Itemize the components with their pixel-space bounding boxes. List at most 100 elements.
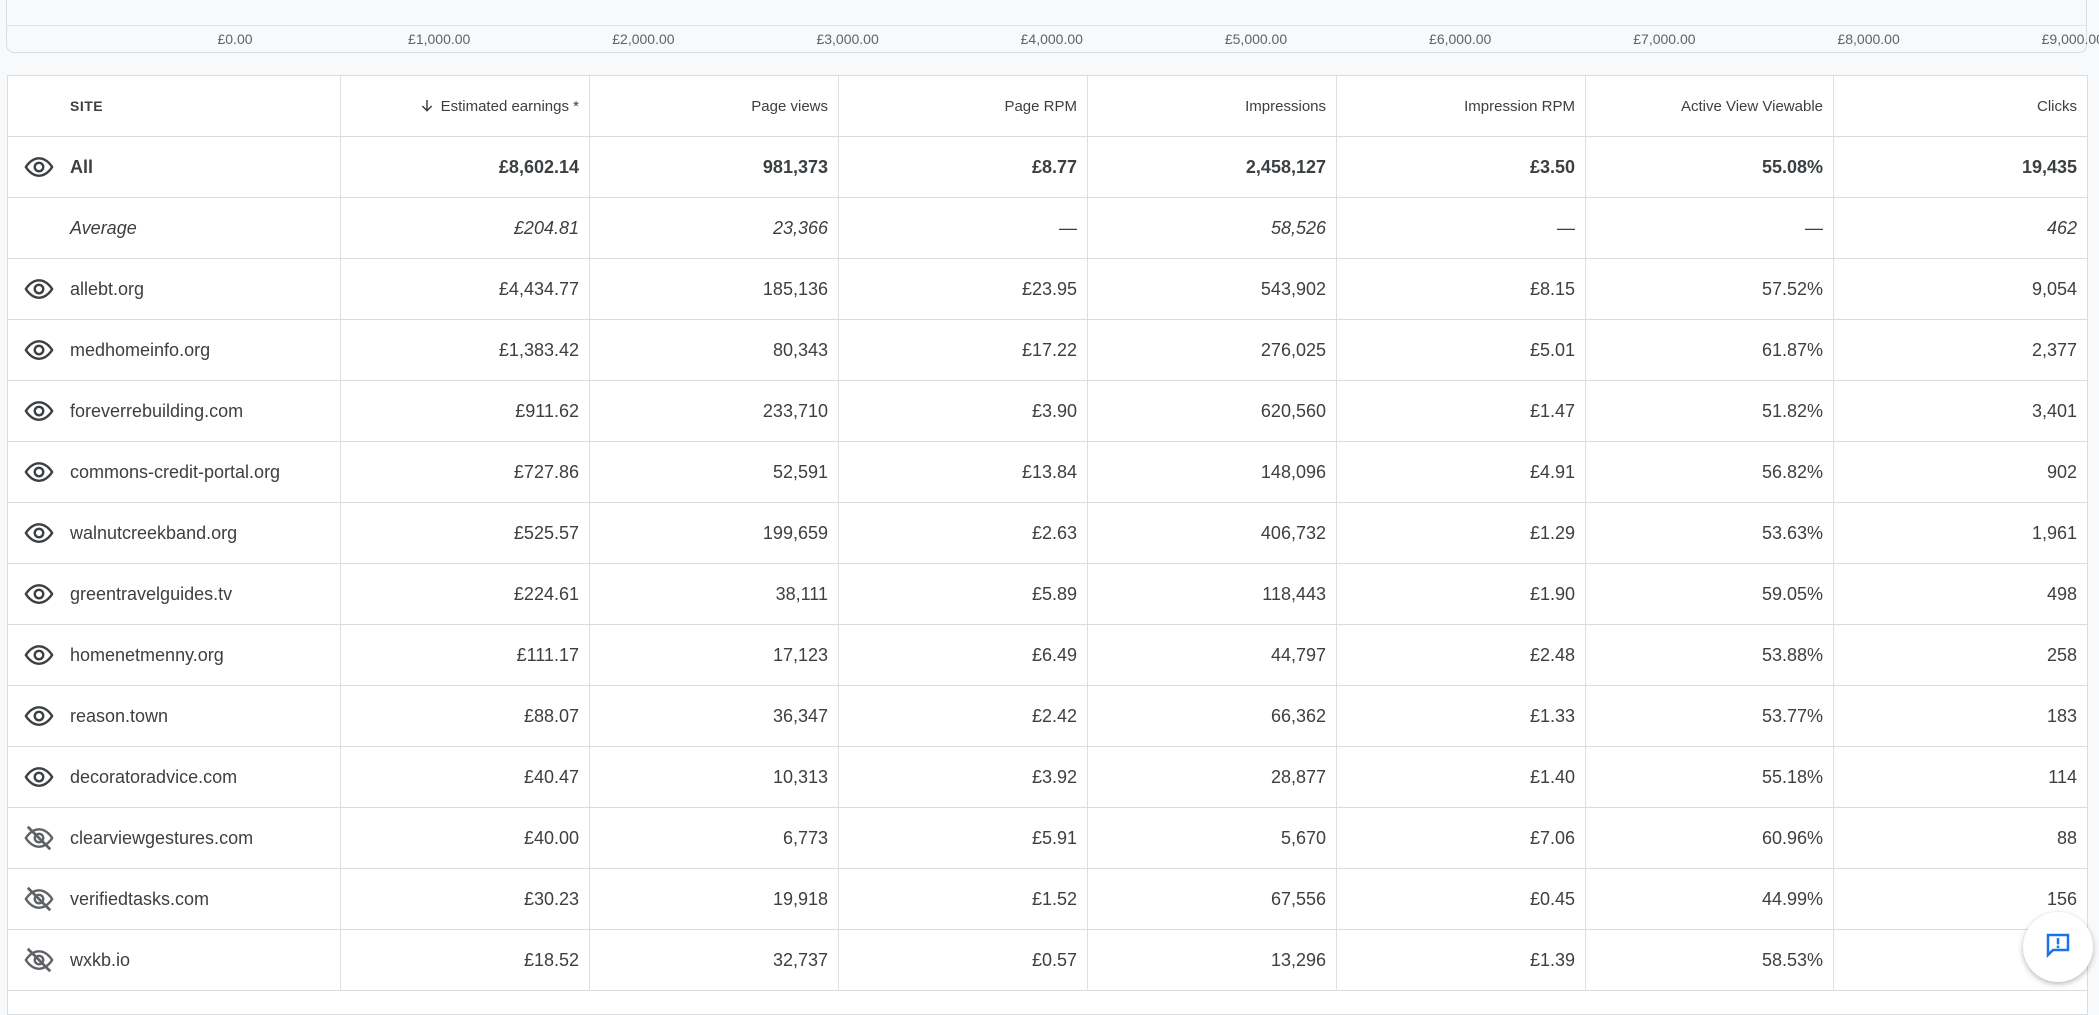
active-view-column-header[interactable]: Active View Viewable xyxy=(1586,76,1834,136)
active-view-cell: 53.77% xyxy=(1586,686,1834,746)
eye-icon[interactable] xyxy=(8,701,70,731)
impression-rpm-cell: £1.47 xyxy=(1337,381,1586,441)
clicks-cell: 114 xyxy=(2048,766,2077,787)
active-view-cell: 56.82% xyxy=(1586,442,1834,502)
page-rpm-cell: £8.77 xyxy=(839,137,1088,197)
table-row[interactable]: medhomeinfo.org £1,383.42 80,343 £17.22 276,… xyxy=(8,320,2087,381)
impressions-column-header[interactable]: Impressions xyxy=(1088,76,1337,136)
eye-off-icon[interactable] xyxy=(8,823,70,853)
page-views-cell: 80,343 xyxy=(590,320,839,380)
impressions-cell: 276,025 xyxy=(1088,320,1337,380)
clicks-column-header[interactable]: Clicks xyxy=(1834,76,2087,136)
eye-off-icon[interactable] xyxy=(8,884,70,914)
site-name: decoratoradvice.com xyxy=(70,766,238,787)
earnings-cell: £40.00 xyxy=(341,808,590,868)
clicks-cell: 498 xyxy=(2046,583,2077,604)
impression-rpm-cell: £8.15 xyxy=(1337,259,1586,319)
table-row[interactable]: wxkb.io £18.52 32,737 £0.57 13,296 £1.39 58.53… xyxy=(8,930,2087,991)
clicks-cell: 88 xyxy=(2056,827,2077,848)
impression-rpm-column-header[interactable]: Impression RPM xyxy=(1337,76,1586,136)
page-rpm-cell: £1.52 xyxy=(839,869,1088,929)
table-row[interactable]: greentravelguides.tv £224.61 38,111 £5.89 11… xyxy=(8,564,2087,625)
x-tick-label: £0.00 xyxy=(217,31,253,47)
site-cell: medhomeinfo.org xyxy=(8,320,341,380)
eye-icon[interactable] xyxy=(8,518,70,548)
table-row[interactable]: reason.town £88.07 36,347 £2.42 66,362 £1.33 5… xyxy=(8,686,2087,747)
site-name: allebt.org xyxy=(70,278,145,299)
site-name: wxkb.io xyxy=(70,949,131,970)
arrow-down-icon xyxy=(419,98,435,114)
site-cell: reason.town xyxy=(8,686,341,746)
site-column-header[interactable]: SITE xyxy=(8,76,341,136)
table-row[interactable]: allebt.org £4,434.77 185,136 £23.95 543,902 £… xyxy=(8,259,2087,320)
site-name: reason.town xyxy=(70,705,169,726)
impression-rpm-header-label: Impression RPM xyxy=(1464,97,1575,115)
table-header-row: SITE Estimated earnings * Page views Pag… xyxy=(8,76,2087,137)
active-view-cell: 60.96% xyxy=(1586,808,1834,868)
page-views-cell: 981,373 xyxy=(590,137,839,197)
site-name: homenetmenny.org xyxy=(70,644,224,665)
active-view-cell: 58.53% xyxy=(1586,930,1834,990)
feedback-icon xyxy=(2043,930,2073,965)
table-row[interactable]: homenetmenny.org £111.17 17,123 £6.49 44,797… xyxy=(8,625,2087,686)
active-view-cell: 57.52% xyxy=(1586,259,1834,319)
table-row-average[interactable]: Average £204.81 23,366—58,526— —462 xyxy=(8,198,2087,259)
site-header-label: SITE xyxy=(70,98,104,114)
table-row[interactable]: foreverrebuilding.com £911.62 233,710 £3.90… xyxy=(8,381,2087,442)
active-view-cell: — xyxy=(1586,198,1834,258)
eye-icon[interactable] xyxy=(8,335,70,365)
table-row[interactable]: commons-credit-portal.org £727.86 52,591 £1… xyxy=(8,442,2087,503)
active-view-cell: 55.08% xyxy=(1586,137,1834,197)
table-body: All £8,602.14 981,373 £8.77 2,458,127 £3.50 55… xyxy=(8,137,2087,991)
x-tick-label: £1,000.00 xyxy=(408,31,471,47)
page-views-cell: 38,111 xyxy=(590,564,839,624)
site-name: All xyxy=(70,156,94,177)
table-row[interactable]: verifiedtasks.com £30.23 19,918 £1.52 67,556… xyxy=(8,869,2087,930)
impression-rpm-cell: £5.01 xyxy=(1337,320,1586,380)
impressions-cell: 406,732 xyxy=(1088,503,1337,563)
earnings-cell: £204.81 xyxy=(341,198,590,258)
page-views-column-header[interactable]: Page views xyxy=(590,76,839,136)
earnings-cell: £224.61 xyxy=(341,564,590,624)
eye-icon[interactable] xyxy=(8,152,70,182)
eye-icon[interactable] xyxy=(8,457,70,487)
impressions-cell: 28,877 xyxy=(1088,747,1337,807)
site-name: medhomeinfo.org xyxy=(70,339,211,360)
impressions-cell: 13,296 xyxy=(1088,930,1337,990)
table-row[interactable]: clearviewgestures.com £40.00 6,773 £5.91 5,6… xyxy=(8,808,2087,869)
table-row[interactable]: walnutcreekband.org £525.57 199,659 £2.63 40… xyxy=(8,503,2087,564)
page-rpm-column-header[interactable]: Page RPM xyxy=(839,76,1088,136)
site-name: foreverrebuilding.com xyxy=(70,400,244,421)
page-views-cell: 6,773 xyxy=(590,808,839,868)
active-view-cell: 51.82% xyxy=(1586,381,1834,441)
page-views-cell: 19,918 xyxy=(590,869,839,929)
x-tick-label: £7,000.00 xyxy=(1633,31,1696,47)
earnings-cell: £18.52 xyxy=(341,930,590,990)
site-name: clearviewgestures.com xyxy=(70,827,254,848)
eye-icon[interactable] xyxy=(8,396,70,426)
clicks-cell: 9,054 xyxy=(2031,278,2077,299)
table-row-all[interactable]: All £8,602.14 981,373 £8.77 2,458,127 £3.50 55… xyxy=(8,137,2087,198)
eye-icon[interactable] xyxy=(8,579,70,609)
x-tick-label: £9,000.00 xyxy=(2041,31,2099,47)
eye-icon[interactable] xyxy=(8,640,70,670)
earnings-cell: £525.57 xyxy=(341,503,590,563)
site-cell: foreverrebuilding.com xyxy=(8,381,341,441)
site-cell: walnutcreekband.org xyxy=(8,503,341,563)
earnings-column-header[interactable]: Estimated earnings * xyxy=(341,76,590,136)
active-view-header-label: Active View Viewable xyxy=(1680,97,1823,115)
eye-icon[interactable] xyxy=(8,762,70,792)
earnings-cell: £111.17 xyxy=(341,625,590,685)
impression-rpm-cell: £1.40 xyxy=(1337,747,1586,807)
x-tick-label: £3,000.00 xyxy=(816,31,879,47)
page-rpm-cell: £13.84 xyxy=(839,442,1088,502)
page-rpm-cell: £3.90 xyxy=(839,381,1088,441)
page-views-cell: 10,313 xyxy=(590,747,839,807)
eye-icon[interactable] xyxy=(8,274,70,304)
feedback-button[interactable] xyxy=(2023,912,2093,982)
table-row[interactable]: decoratoradvice.com £40.47 10,313 £3.92 28,8… xyxy=(8,747,2087,808)
earnings-cell: £40.47 xyxy=(341,747,590,807)
eye-off-icon[interactable] xyxy=(8,945,70,975)
earnings-cell: £911.62 xyxy=(341,381,590,441)
x-tick-label: £2,000.00 xyxy=(612,31,675,47)
